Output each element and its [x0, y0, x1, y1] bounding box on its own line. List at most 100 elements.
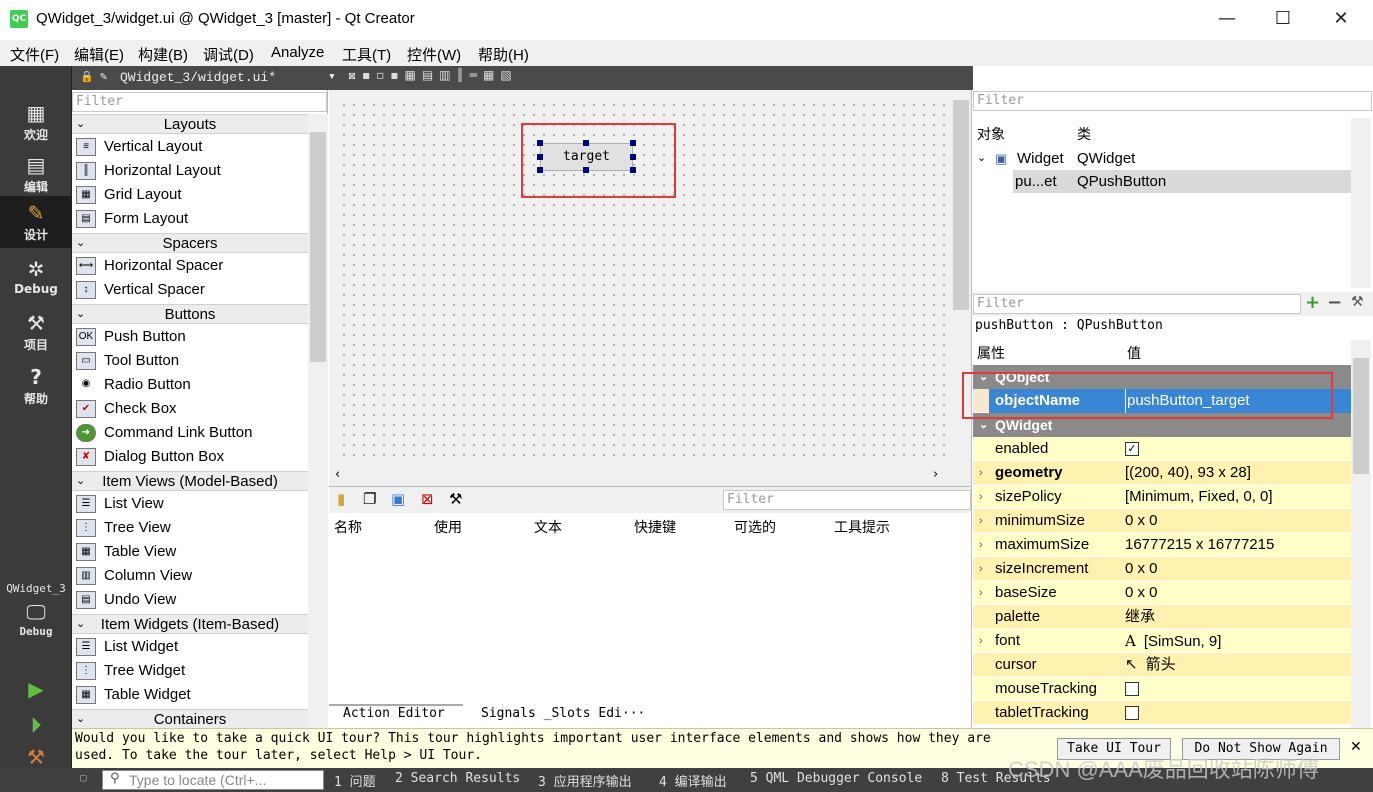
object-inspector-scrollbar[interactable] — [1351, 118, 1371, 288]
widget-tree-widget[interactable]: ⋮ Tree Widget — [76, 659, 308, 683]
documents-dropdown-icon[interactable]: ▾ — [328, 69, 336, 84]
form-editor-tools[interactable]: ▫▪▫▪▦▤▥║═▦▧ — [348, 68, 648, 88]
category-buttons[interactable]: ⌄ Buttons — [72, 304, 308, 324]
prop-value[interactable]: [(200, 40), 93 x 28] — [1125, 461, 1351, 485]
run-button[interactable]: ▶ — [0, 672, 72, 702]
canvas-scroll-thumb[interactable] — [953, 100, 969, 310]
locator-input[interactable]: Type to locate (Ctrl+... — [102, 770, 324, 790]
widget-vertical-spacer[interactable]: ↕ Vertical Spacer — [76, 278, 308, 302]
chevron-right-icon[interactable]: › — [979, 533, 983, 557]
delete-action-icon[interactable]: ⊠ — [421, 490, 434, 508]
close-button[interactable]: ✕ — [1318, 0, 1364, 38]
prop-value[interactable]: 0 x 0 — [1125, 509, 1351, 533]
chevron-right-icon[interactable]: › — [979, 581, 983, 605]
mode-debug[interactable]: ✲ Debug — [0, 252, 72, 304]
menu-build[interactable]: 构建(B) — [138, 44, 188, 65]
pane-application-output[interactable]: 3 应用程序输出 — [538, 771, 632, 790]
menu-controls[interactable]: 控件(W) — [407, 44, 461, 65]
debug-run-button[interactable]: ⏵ — [0, 708, 72, 738]
widget-table-view[interactable]: ▦ Table View — [76, 540, 308, 564]
widget-box-scroll-thumb[interactable] — [310, 132, 326, 362]
prop-minimumsize[interactable]: › minimumSize 0 x 0 — [973, 509, 1351, 533]
prop-value[interactable]: [SimSun, 9] — [1144, 633, 1222, 650]
prop-font[interactable]: › font A [SimSun, 9] — [973, 629, 1351, 653]
mode-projects[interactable]: ⚒ 项目 — [0, 306, 72, 358]
menu-tools[interactable]: 工具(T) — [342, 44, 391, 65]
mode-help[interactable]: ? 帮助 — [0, 360, 72, 412]
mousetracking-checkbox[interactable] — [1125, 682, 1139, 697]
category-containers[interactable]: ⌄ Containers — [72, 709, 308, 729]
canvas-horizontal-scrollbar[interactable]: ‹ › — [329, 466, 951, 486]
scroll-right-icon[interactable]: › — [933, 467, 938, 482]
header-value[interactable]: 值 — [1127, 343, 1141, 363]
widget-tool-button[interactable]: ▭ Tool Button — [76, 349, 308, 373]
paste-action-icon[interactable]: ▣ — [391, 490, 405, 508]
mode-design[interactable]: ✎ 设计 — [0, 196, 72, 248]
object-filter-input[interactable]: Filter — [973, 91, 1372, 111]
widget-list-view[interactable]: ☰ List View — [76, 492, 308, 516]
widget-radio-button[interactable]: ◉ Radio Button — [76, 373, 308, 397]
document-tab[interactable]: 🔒 ✎ QWidget_3/widget.ui* ▾ ✕ — [72, 66, 356, 90]
tablettracking-checkbox[interactable] — [1125, 706, 1139, 721]
prop-value[interactable]: 箭头 — [1146, 656, 1176, 673]
prop-value[interactable]: [Minimum, Fixed, 0, 0] — [1125, 485, 1351, 509]
mode-edit[interactable]: ▤ 编辑 — [0, 148, 72, 200]
column-shortcut[interactable]: 快捷键 — [634, 517, 676, 537]
pane-search-results[interactable]: 2 Search Results — [395, 771, 520, 786]
widget-horizontal-layout[interactable]: ║ Horizontal Layout — [76, 159, 308, 183]
chevron-right-icon[interactable]: › — [979, 461, 983, 485]
widget-column-view[interactable]: ▥ Column View — [76, 564, 308, 588]
widget-vertical-layout[interactable]: ≡ Vertical Layout — [76, 135, 308, 159]
copy-action-icon[interactable]: ❐ — [363, 490, 376, 508]
property-editor-scrollbar[interactable] — [1351, 340, 1371, 728]
prop-sizepolicy[interactable]: › sizePolicy [Minimum, Fixed, 0, 0] — [973, 485, 1351, 509]
minimize-button[interactable]: — — [1204, 0, 1250, 38]
widget-dialog-button-box[interactable]: ✘ Dialog Button Box — [76, 445, 308, 469]
prop-maximumsize[interactable]: › maximumSize 16777215 x 16777215 — [973, 533, 1351, 557]
prop-value[interactable]: 继承 — [1125, 605, 1351, 629]
widget-filter-input[interactable]: Filter — [72, 92, 327, 112]
close-infobar-icon[interactable]: ✕ — [1350, 738, 1362, 755]
pane-compile-output[interactable]: 4 编译输出 — [659, 771, 727, 790]
chevron-right-icon[interactable]: › — [979, 485, 983, 509]
close-document-icon[interactable]: ✕ — [348, 69, 356, 84]
menu-debug[interactable]: 调试(D) — [203, 44, 254, 65]
category-spacers[interactable]: ⌄ Spacers — [72, 233, 308, 253]
menu-analyze[interactable]: Analyze — [271, 44, 324, 61]
prop-value[interactable]: 0 x 0 — [1125, 581, 1351, 605]
maximize-button[interactable]: ☐ — [1260, 0, 1306, 38]
widget-check-box[interactable]: ✔ Check Box — [76, 397, 308, 421]
chevron-right-icon[interactable]: › — [979, 509, 983, 533]
prop-basesize[interactable]: › baseSize 0 x 0 — [973, 581, 1351, 605]
widget-command-link-button[interactable]: ➔ Command Link Button — [76, 421, 308, 445]
widget-tree-view[interactable]: ⋮ Tree View — [76, 516, 308, 540]
pane-qml-debugger-console[interactable]: 5 QML Debugger Console — [750, 771, 922, 786]
widget-table-widget[interactable]: ▦ Table Widget — [76, 683, 308, 707]
property-scroll-thumb[interactable] — [1353, 358, 1369, 474]
kit-selector[interactable]: QWidget_3 🖵 Debug — [0, 578, 72, 658]
build-button[interactable]: ⚒ — [0, 740, 72, 770]
chevron-right-icon[interactable]: › — [979, 629, 983, 653]
prop-cursor[interactable]: cursor ↖ 箭头 — [973, 653, 1351, 677]
new-action-icon[interactable]: ▮ — [337, 490, 345, 508]
header-property[interactable]: 属性 — [977, 343, 1005, 363]
column-name[interactable]: 名称 — [334, 517, 362, 537]
prop-palette[interactable]: palette 继承 — [973, 605, 1351, 629]
category-layouts[interactable]: ⌄ Layouts — [72, 114, 308, 134]
tab-signals-slots-editor[interactable]: Signals _Slots Edi··· — [481, 706, 645, 721]
menu-edit[interactable]: 编辑(E) — [74, 44, 124, 65]
enabled-checkbox[interactable]: ✓ — [1125, 442, 1139, 457]
column-tooltip[interactable]: 工具提示 — [834, 517, 890, 537]
object-row-pushbutton[interactable]: pu...et QPushButton — [1013, 170, 1351, 193]
configure-icon[interactable]: ⚒ — [1351, 294, 1364, 310]
add-property-icon[interactable]: + — [1305, 292, 1320, 313]
prop-mousetracking[interactable]: mouseTracking — [973, 677, 1351, 701]
toggle-sidebar-icon[interactable]: ▢ — [80, 771, 87, 784]
chevron-right-icon[interactable]: › — [979, 557, 983, 581]
prop-enabled[interactable]: enabled ✓ — [973, 437, 1351, 461]
remove-property-icon[interactable]: − — [1327, 292, 1342, 313]
prop-value[interactable]: 0 x 0 — [1125, 557, 1351, 581]
prop-tablettracking[interactable]: tabletTracking — [973, 701, 1351, 725]
object-row-widget[interactable]: ⌄ ▣ Widget QWidget — [973, 147, 1351, 170]
menu-help[interactable]: 帮助(H) — [478, 44, 529, 65]
